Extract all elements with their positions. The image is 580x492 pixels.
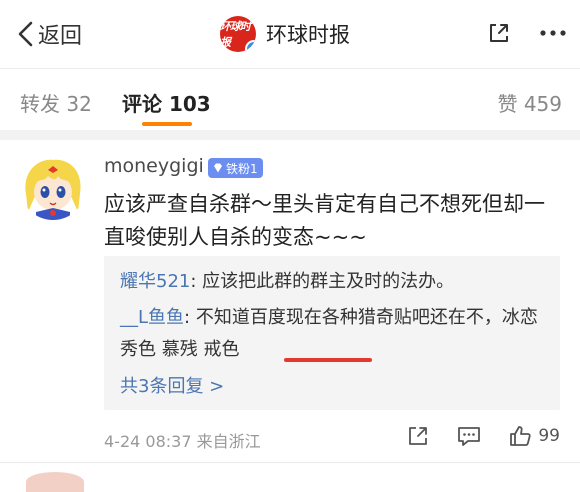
reply-username[interactable]: __L鱼鱼 xyxy=(120,307,184,328)
repost-icon xyxy=(409,427,428,445)
tab-comment[interactable]: 评论 103 xyxy=(122,88,211,117)
verified-icon xyxy=(245,40,256,52)
chevron-left-icon xyxy=(18,21,33,47)
comment-button[interactable] xyxy=(456,424,482,448)
like-count: 99 xyxy=(538,426,560,446)
avatar[interactable] xyxy=(20,154,86,220)
red-annotation-underline xyxy=(284,358,372,362)
back-button[interactable]: 返回 xyxy=(14,16,82,52)
comment-location: 来自浙江 xyxy=(196,432,261,451)
reply-item: 耀华521: 应该把此群的群主及时的法办。 xyxy=(120,266,550,298)
comment-divider xyxy=(0,462,580,463)
fan-badge[interactable]: 铁粉1 xyxy=(208,158,263,178)
top-nav-bar: 返回 环球时报 环球时报 xyxy=(0,0,580,68)
reply-username[interactable]: 耀华521 xyxy=(120,271,190,292)
comment-username[interactable]: moneygigi xyxy=(104,155,204,177)
active-tab-indicator xyxy=(142,122,192,126)
reply-item: __L鱼鱼: 不知道百度现在各种猎奇贴吧还在不，冰恋 秀色 慕残 戒色 xyxy=(120,302,550,366)
reply-preview-box[interactable]: 耀华521: 应该把此群的群主及时的法办。 __L鱼鱼: 不知道百度现在各种猎奇… xyxy=(104,256,560,410)
diamond-icon xyxy=(214,163,222,173)
repost-button[interactable] xyxy=(406,424,430,448)
account-header[interactable]: 环球时报 环球时报 xyxy=(220,14,350,54)
comment-actions: 99 xyxy=(406,424,560,448)
brand-logo: 环球时报 xyxy=(220,16,256,52)
tab-bar: 转发 32 评论 103 赞 459 xyxy=(0,68,580,130)
comment-timestamp: 4-24 08:37 xyxy=(104,432,192,451)
more-replies-link[interactable]: 共3条回复 > xyxy=(120,372,224,398)
more-icon[interactable] xyxy=(540,29,566,37)
back-label: 返回 xyxy=(38,24,83,49)
like-button[interactable]: 99 xyxy=(508,424,560,448)
tab-repost[interactable]: 转发 32 xyxy=(20,88,92,117)
comment-meta: 4-24 08:37 来自浙江 xyxy=(104,428,261,452)
share-icon[interactable] xyxy=(486,20,512,46)
fan-badge-label: 铁粉1 xyxy=(226,161,258,176)
comment-text: 应该严查自杀群～里头肯定有自己不想死但却一直唆使别人自杀的变态~~~ xyxy=(104,192,545,249)
page-title: 环球时报 xyxy=(266,23,350,47)
avatar-image xyxy=(20,154,86,220)
tab-like[interactable]: 赞 459 xyxy=(497,88,562,117)
reply-text: : 应该把此群的群主及时的法办。 xyxy=(190,271,455,292)
thumbs-up-icon xyxy=(510,426,532,446)
comment-icon xyxy=(458,427,481,446)
next-comment-avatar[interactable] xyxy=(26,472,84,492)
section-separator xyxy=(0,130,580,140)
